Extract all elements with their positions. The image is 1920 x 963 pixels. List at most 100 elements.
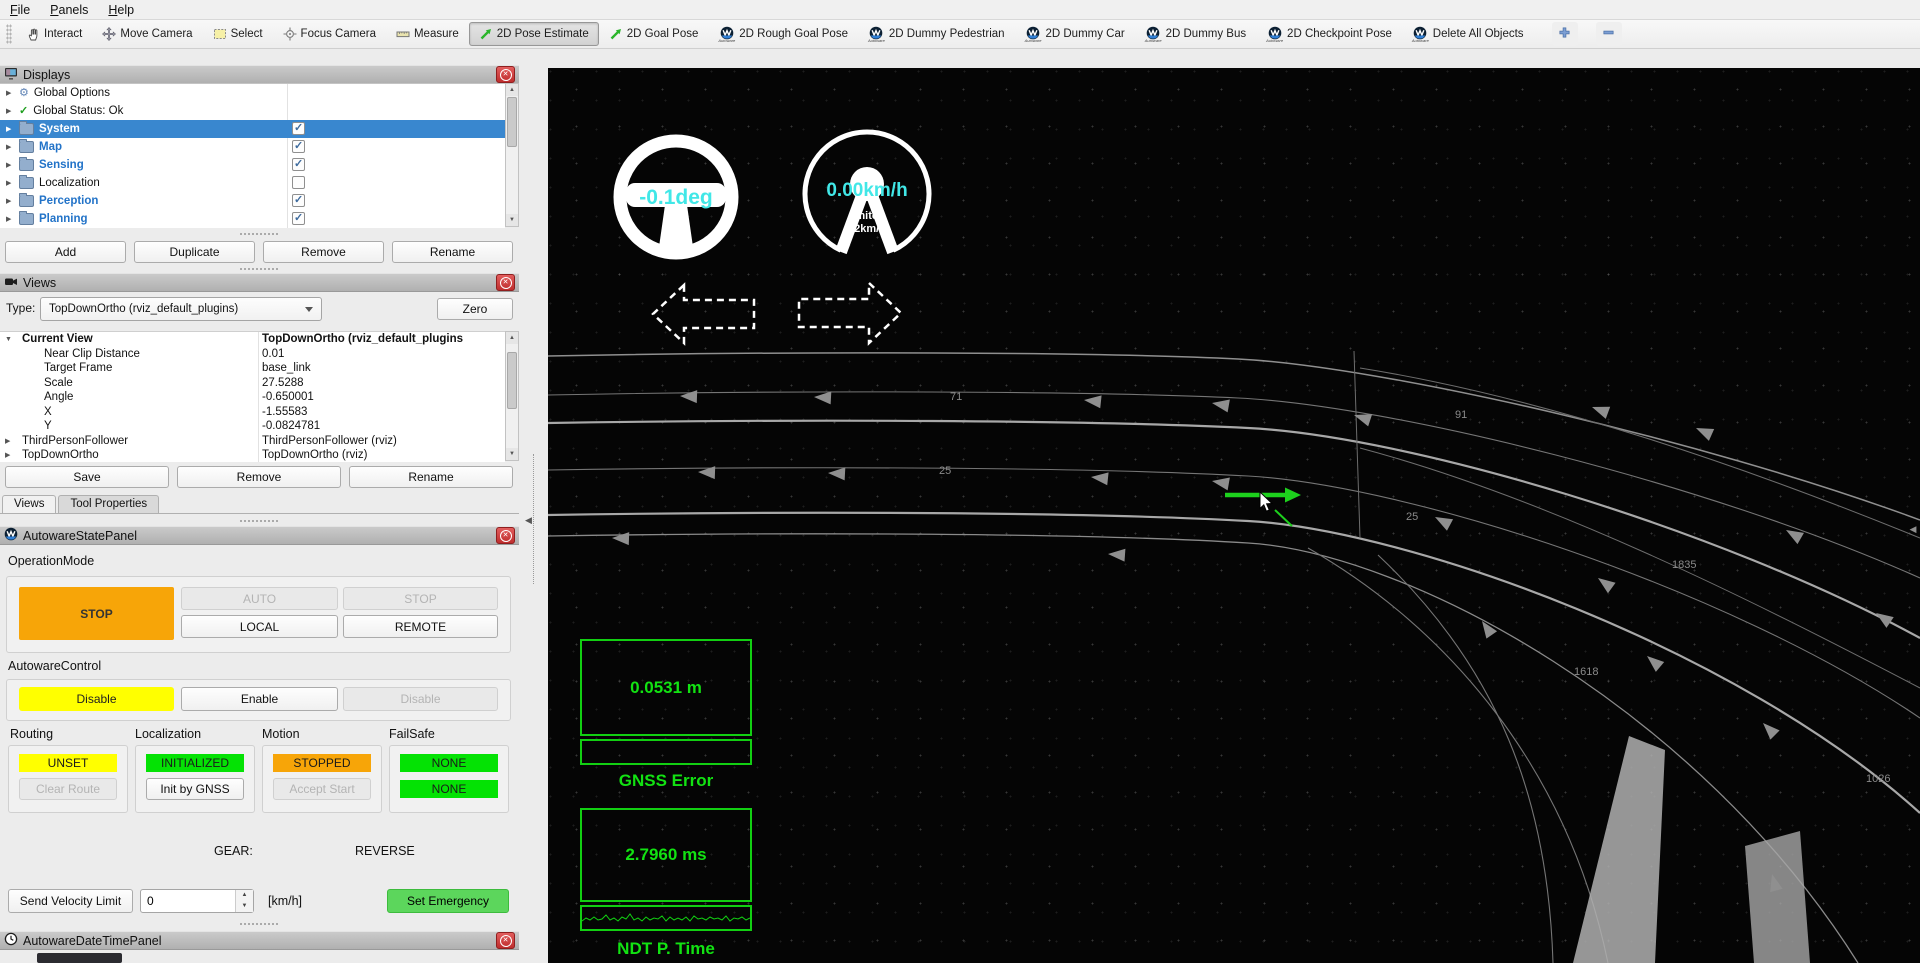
- tab-tool-properties[interactable]: Tool Properties: [58, 495, 159, 513]
- property-row[interactable]: ▶ ThirdPersonFollower ThirdPersonFollowe…: [0, 434, 505, 449]
- rename-button[interactable]: Rename: [392, 241, 513, 263]
- duplicate-button[interactable]: Duplicate: [134, 241, 255, 263]
- scroll-down-icon[interactable]: ▼: [506, 214, 518, 226]
- tool-focus-camera[interactable]: Focus Camera: [273, 22, 386, 46]
- display-row-system[interactable]: ▶ System: [0, 120, 505, 138]
- splitter-handle[interactable]: [240, 233, 278, 235]
- visibility-checkbox[interactable]: [292, 122, 305, 135]
- set-emergency-button[interactable]: Set Emergency: [387, 889, 509, 913]
- collapse-right-icon[interactable]: ◀: [1907, 518, 1919, 540]
- remove-button[interactable]: Remove: [263, 241, 384, 263]
- expander-icon[interactable]: ▶: [6, 161, 14, 169]
- scroll-down-icon[interactable]: ▼: [506, 448, 518, 460]
- display-row-perception[interactable]: ▶ Perception: [0, 192, 505, 210]
- splitter-handle[interactable]: [240, 268, 278, 270]
- stop-mode-button[interactable]: STOP: [19, 587, 174, 640]
- display-row-global-options[interactable]: ▶ ⚙ Global Options: [0, 84, 505, 102]
- views-panel-header[interactable]: Views ✕: [0, 273, 519, 292]
- control-disable-button[interactable]: Disable: [19, 687, 174, 711]
- remote-mode-button[interactable]: REMOTE: [343, 615, 498, 638]
- display-row-sensing[interactable]: ▶ Sensing: [0, 156, 505, 174]
- display-row-localization[interactable]: ▶ Localization: [0, 174, 505, 192]
- control-enable-button[interactable]: Enable: [181, 687, 338, 711]
- collapse-left-icon[interactable]: ◀: [525, 515, 532, 526]
- menu-panels[interactable]: Panels: [50, 3, 88, 17]
- remove-view-button[interactable]: Remove: [177, 466, 341, 488]
- display-row-planning[interactable]: ▶ Planning: [0, 210, 505, 228]
- stepper-arrows[interactable]: ▲▼: [235, 890, 253, 912]
- save-button[interactable]: Save: [5, 466, 169, 488]
- panel-splitter[interactable]: ◀: [519, 49, 548, 963]
- property-row[interactable]: X -1.55583: [0, 405, 505, 420]
- tool-measure[interactable]: Measure: [386, 22, 469, 46]
- tool-2d-rough-goal-pose[interactable]: Autoware 2D Rough Goal Pose: [708, 22, 858, 46]
- visibility-checkbox[interactable]: [292, 176, 305, 189]
- visibility-checkbox[interactable]: [292, 212, 305, 225]
- step-down-icon[interactable]: ▼: [236, 901, 253, 912]
- expander-icon[interactable]: ▶: [6, 215, 14, 223]
- expander-icon[interactable]: ▶: [6, 197, 14, 205]
- tool-delete-all-objects[interactable]: Autoware Delete All Objects: [1402, 22, 1534, 46]
- expander-icon[interactable]: ▶: [6, 179, 14, 187]
- view-type-dropdown[interactable]: TopDownOrtho (rviz_default_plugins): [40, 297, 322, 321]
- expander-icon[interactable]: ▶: [6, 107, 14, 115]
- display-row-map[interactable]: ▶ Map: [0, 138, 505, 156]
- init-by-gnss-button[interactable]: Init by GNSS: [146, 778, 244, 800]
- autoware-state-panel-header[interactable]: AutowareStatePanel ✕: [0, 526, 519, 545]
- property-row[interactable]: Y -0.0824781: [0, 419, 505, 434]
- zero-button[interactable]: Zero: [437, 298, 513, 320]
- tool-2d-dummy-bus[interactable]: Autoware 2D Dummy Bus: [1135, 22, 1256, 46]
- tool-interact[interactable]: Interact: [16, 22, 92, 46]
- scroll-up-icon[interactable]: ▲: [506, 332, 518, 344]
- expander-icon[interactable]: ▶: [6, 125, 14, 133]
- auto-mode-button[interactable]: AUTO: [181, 587, 338, 610]
- rename-view-button[interactable]: Rename: [349, 466, 513, 488]
- 3d-viewport[interactable]: 71 25 91 25 1835 1618 1026: [548, 68, 1920, 963]
- visibility-checkbox[interactable]: [292, 158, 305, 171]
- tool-2d-goal-pose[interactable]: 2D Goal Pose: [599, 22, 709, 46]
- expander-icon[interactable]: ▶: [5, 437, 10, 445]
- tool-2d-pose-estimate[interactable]: 2D Pose Estimate: [469, 22, 599, 46]
- property-row[interactable]: Scale 27.5288: [0, 376, 505, 391]
- visibility-checkbox[interactable]: [292, 194, 305, 207]
- close-icon[interactable]: ✕: [496, 527, 515, 544]
- views-scrollbar[interactable]: ▲ ▼: [505, 331, 519, 461]
- close-icon[interactable]: ✕: [496, 66, 515, 83]
- tool-move-camera[interactable]: Move Camera: [92, 22, 202, 46]
- property-row[interactable]: ▶ TopDownOrtho TopDownOrtho (rviz): [0, 448, 505, 462]
- expander-icon[interactable]: ▼: [5, 336, 12, 343]
- velocity-limit-stepper[interactable]: ▲▼: [140, 889, 254, 913]
- tool-select[interactable]: Select: [203, 22, 273, 46]
- remove-tool-button[interactable]: [1596, 22, 1622, 46]
- menu-help[interactable]: Help: [108, 3, 134, 17]
- expander-icon[interactable]: ▶: [5, 451, 10, 459]
- tab-views[interactable]: Views: [2, 495, 56, 513]
- displays-scrollbar[interactable]: ▲ ▼: [505, 83, 519, 227]
- accept-start-button[interactable]: Accept Start: [273, 778, 371, 800]
- splitter-handle[interactable]: [240, 923, 278, 925]
- add-button[interactable]: Add: [5, 241, 126, 263]
- property-row[interactable]: ▼ Current View TopDownOrtho (rviz_defaul…: [0, 332, 505, 347]
- splitter-handle[interactable]: [240, 520, 278, 522]
- local-mode-button[interactable]: LOCAL: [181, 615, 338, 638]
- tool-2d-dummy-car[interactable]: Autoware 2D Dummy Car: [1015, 22, 1135, 46]
- expander-icon[interactable]: ▶: [6, 89, 14, 97]
- property-row[interactable]: Target Frame base_link: [0, 361, 505, 376]
- tool-2d-dummy-pedestrian[interactable]: Autoware 2D Dummy Pedestrian: [858, 22, 1015, 46]
- autoware-datetime-panel-header[interactable]: AutowareDateTimePanel ✕: [0, 931, 519, 950]
- visibility-checkbox[interactable]: [292, 140, 305, 153]
- send-velocity-limit-button[interactable]: Send Velocity Limit: [8, 889, 133, 913]
- tool-2d-checkpoint-pose[interactable]: Autoware 2D Checkpoint Pose: [1256, 22, 1402, 46]
- velocity-limit-input[interactable]: [141, 890, 235, 912]
- stop-mode-button-secondary[interactable]: STOP: [343, 587, 498, 610]
- add-tool-button[interactable]: [1552, 22, 1578, 46]
- close-icon[interactable]: ✕: [496, 274, 515, 291]
- toolbar-grip[interactable]: [6, 24, 12, 44]
- scroll-up-icon[interactable]: ▲: [506, 84, 518, 96]
- property-row[interactable]: Angle -0.650001: [0, 390, 505, 405]
- control-disable-button-secondary[interactable]: Disable: [343, 687, 498, 711]
- step-up-icon[interactable]: ▲: [236, 890, 253, 901]
- property-row[interactable]: Near Clip Distance 0.01: [0, 347, 505, 362]
- menu-file[interactable]: File: [10, 3, 30, 17]
- close-icon[interactable]: ✕: [496, 932, 515, 949]
